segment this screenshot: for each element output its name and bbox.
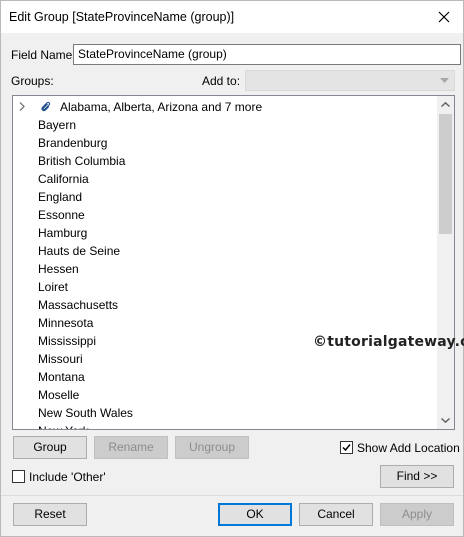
chevron-right-icon[interactable] <box>19 102 25 111</box>
show-add-location-label: Show Add Location <box>357 441 460 455</box>
reset-button[interactable]: Reset <box>13 503 87 526</box>
group-item-label: Alabama, Alberta, Arizona and 7 more <box>60 100 263 114</box>
dialog-title: Edit Group [StateProvinceName (group)] <box>9 10 235 24</box>
group-item[interactable]: Alabama, Alberta, Arizona and 7 more <box>13 98 433 116</box>
close-button[interactable] <box>426 2 462 32</box>
groups-list[interactable]: Alabama, Alberta, Arizona and 7 more Bay… <box>12 95 455 430</box>
chevron-up-icon <box>441 102 450 107</box>
list-item[interactable]: Minnesota <box>38 314 93 332</box>
edit-group-dialog: Edit Group [StateProvinceName (group)] F… <box>0 0 464 537</box>
paperclip-icon <box>41 101 51 112</box>
scroll-down-button[interactable] <box>437 412 454 429</box>
list-item[interactable]: California <box>38 170 89 188</box>
list-item[interactable]: Hamburg <box>38 224 87 242</box>
list-item[interactable]: New York <box>38 422 89 429</box>
list-item[interactable]: Montana <box>38 368 85 386</box>
rename-button[interactable]: Rename <box>94 436 168 459</box>
list-item[interactable]: British Columbia <box>38 152 125 170</box>
close-icon <box>438 11 450 23</box>
groups-label: Groups: <box>11 74 54 88</box>
watermark: ©tutorialgateway.org <box>313 334 464 350</box>
add-to-label: Add to: <box>202 74 241 88</box>
scroll-up-button[interactable] <box>437 96 454 113</box>
field-name-input[interactable] <box>73 44 461 65</box>
add-to-dropdown[interactable] <box>245 70 455 91</box>
chevron-down-icon <box>441 418 450 423</box>
list-item[interactable]: Moselle <box>38 386 79 404</box>
ungroup-button[interactable]: Ungroup <box>175 436 249 459</box>
chevron-down-icon <box>440 78 449 83</box>
list-item[interactable]: Bayern <box>38 116 76 134</box>
list-item[interactable]: Brandenburg <box>38 134 107 152</box>
list-item[interactable]: Hessen <box>38 260 79 278</box>
checkmark-icon <box>342 444 351 452</box>
list-item[interactable]: Mississippi <box>38 332 96 350</box>
apply-button[interactable]: Apply <box>380 503 454 526</box>
show-add-location-checkbox[interactable] <box>340 441 353 454</box>
list-item[interactable]: Missouri <box>38 350 83 368</box>
list-item[interactable]: Massachusetts <box>38 296 118 314</box>
list-item[interactable]: Loiret <box>38 278 68 296</box>
field-name-label: Field Name: <box>11 48 76 62</box>
list-item[interactable]: New South Wales <box>38 404 133 422</box>
find-button[interactable]: Find >> <box>380 465 454 488</box>
separator <box>1 495 463 496</box>
title-bar: Edit Group [StateProvinceName (group)] <box>1 1 463 33</box>
cancel-button[interactable]: Cancel <box>299 503 373 526</box>
include-other-checkbox[interactable] <box>12 470 25 483</box>
ok-button[interactable]: OK <box>218 503 292 526</box>
group-button[interactable]: Group <box>13 436 87 459</box>
list-scrollbar[interactable] <box>437 96 454 429</box>
list-item[interactable]: Hauts de Seine <box>38 242 120 260</box>
list-item[interactable]: England <box>38 188 82 206</box>
scroll-thumb[interactable] <box>439 114 452 234</box>
include-other-label: Include 'Other' <box>29 470 106 484</box>
list-item[interactable]: Essonne <box>38 206 85 224</box>
